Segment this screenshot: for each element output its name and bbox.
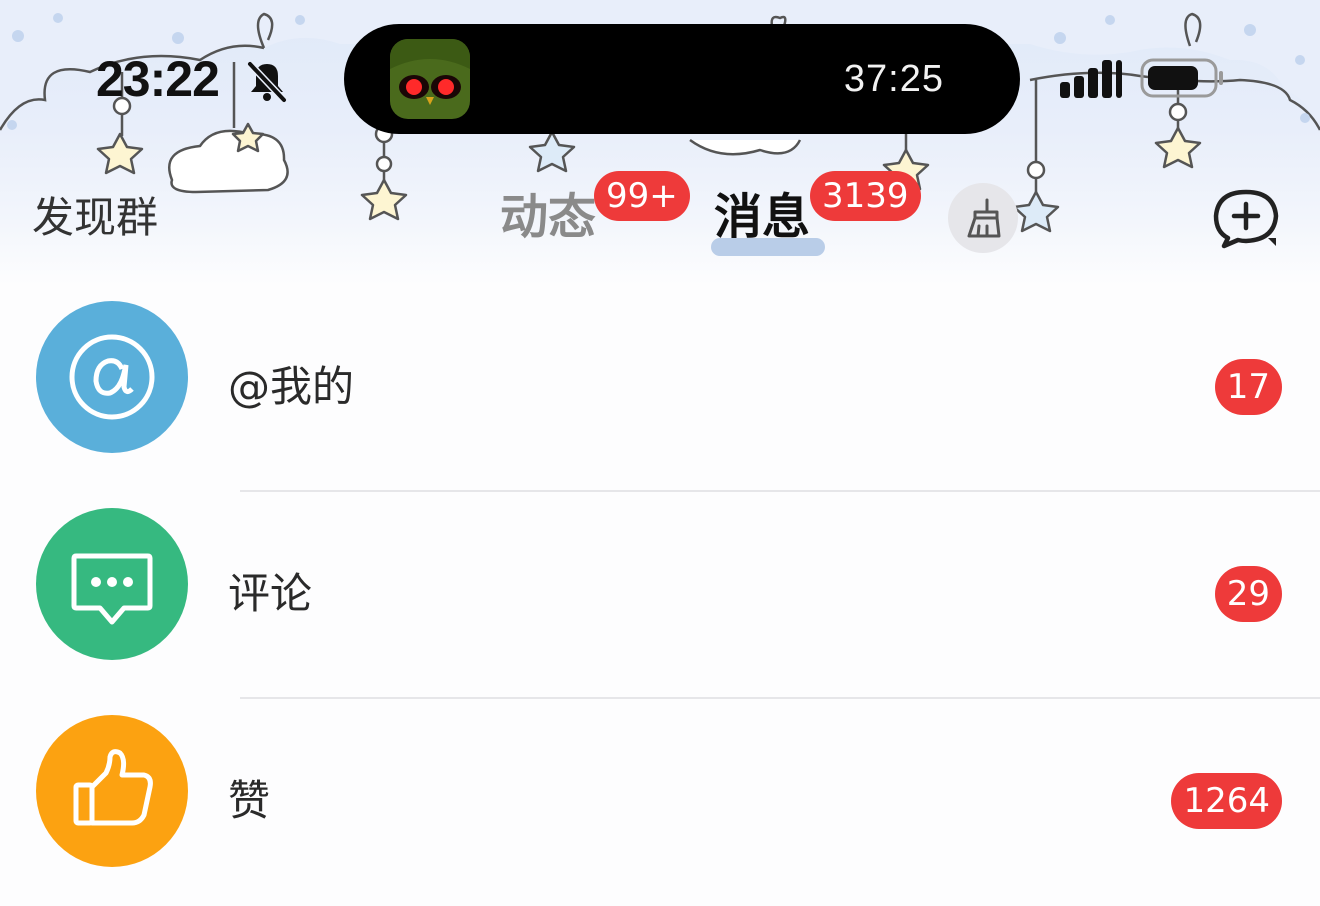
comment-avatar — [36, 508, 188, 660]
header: 23:22 37:25 发现群 动态 99+ 消息 3139 — [0, 0, 1320, 285]
chat-plus-icon[interactable] — [1210, 188, 1282, 250]
list-item-mentions[interactable]: @我的 17 — [0, 285, 1320, 492]
list-item-label: 评论 — [228, 569, 313, 618]
broom-icon — [967, 198, 1001, 238]
status-time: 23:22 — [96, 51, 220, 107]
list-item-label: 赞 — [228, 776, 271, 825]
discover-groups-link[interactable]: 发现群 — [32, 190, 158, 246]
duolingo-app-icon[interactable] — [390, 39, 470, 119]
live-activity-timer: 37:25 — [843, 58, 944, 100]
mention-avatar — [36, 301, 188, 453]
unread-count-badge: 29 — [1214, 566, 1282, 622]
unread-count-badge: 17 — [1214, 359, 1282, 415]
cellular-signal-icon — [1060, 60, 1122, 98]
list-item-comments[interactable]: 评论 29 — [0, 492, 1320, 699]
tab-messages[interactable]: 消息 — [714, 186, 810, 248]
messages-badge: 3139 — [810, 171, 921, 221]
dynamic-island[interactable]: 37:25 — [344, 24, 1020, 134]
like-avatar — [36, 715, 188, 867]
clear-unread-button[interactable] — [948, 183, 1018, 253]
battery-icon — [1140, 58, 1223, 98]
feed-badge: 99+ — [594, 171, 690, 221]
list-item-likes[interactable]: 赞 1264 — [0, 699, 1320, 906]
list-item-label: @我的 — [228, 362, 355, 411]
bell-slash-icon — [247, 61, 287, 103]
message-category-list: @我的 17 评论 29 赞 1264 — [0, 285, 1320, 906]
unread-count-badge: 1264 — [1171, 773, 1282, 829]
tab-feed[interactable]: 动态 — [500, 186, 596, 248]
